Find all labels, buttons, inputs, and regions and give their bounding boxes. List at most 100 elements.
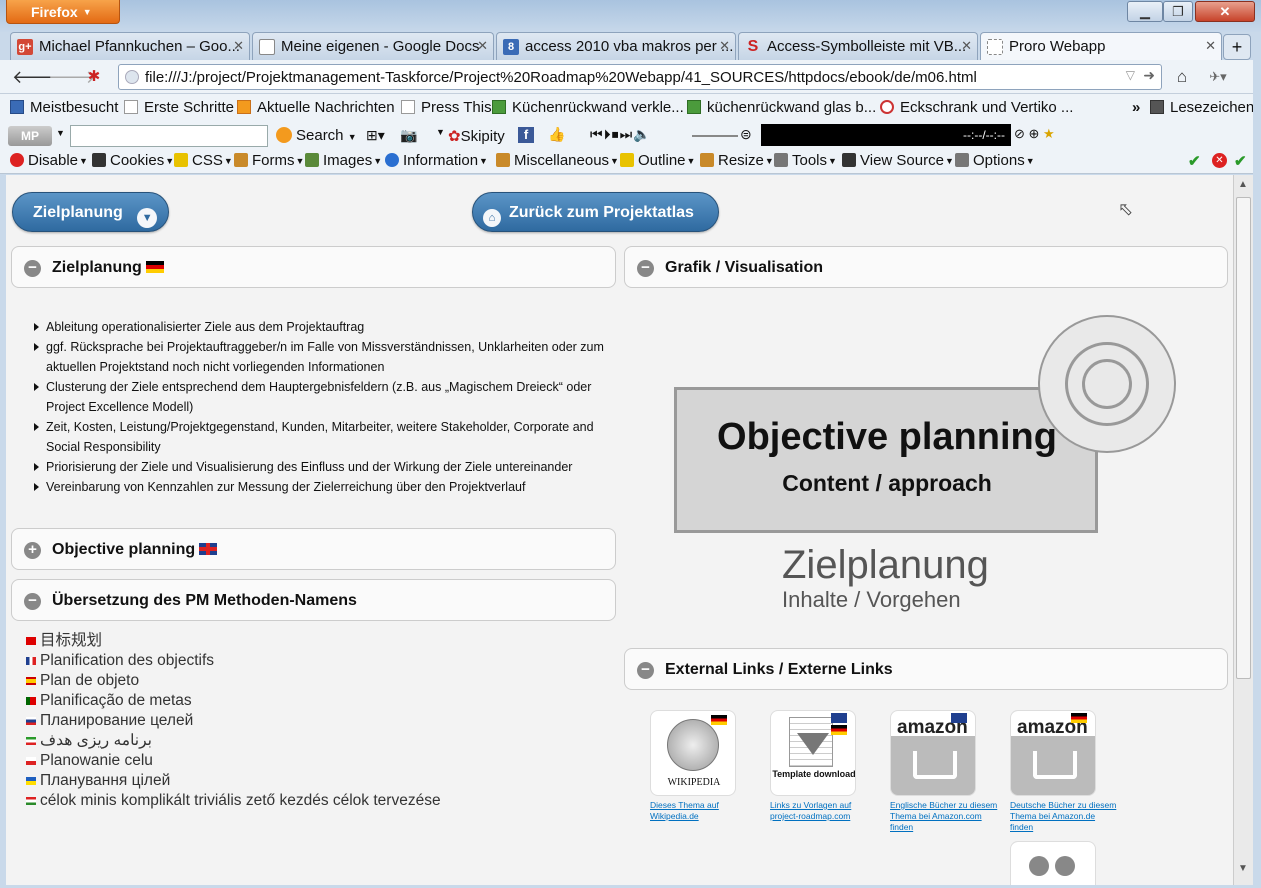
chevron-down-icon[interactable]: ▼ xyxy=(56,128,65,138)
history-dropdown-icon[interactable]: ▽ xyxy=(1126,68,1135,82)
google-search-icon: 8 xyxy=(503,39,519,55)
check-icon[interactable]: ✔ xyxy=(1234,152,1247,170)
bookmark-kuechenrueckwand-verkle[interactable]: Küchenrückwand verkle... xyxy=(492,99,684,116)
panel-external-links[interactable]: − External Links / Externe Links xyxy=(624,648,1228,690)
volume-slider[interactable] xyxy=(692,135,738,137)
chevron-down-icon[interactable]: ▼ xyxy=(436,127,445,137)
devbar-disable[interactable]: Disable▼ xyxy=(10,152,88,169)
minimize-button[interactable]: ▁ xyxy=(1127,1,1163,22)
check-icon[interactable]: ✔ xyxy=(1188,152,1201,170)
close-window-button[interactable]: ✕ xyxy=(1195,1,1255,22)
link-caption[interactable]: Links zu Vorlagen auf project-roadmap.co… xyxy=(770,800,880,822)
scroll-up-icon[interactable]: ▲ xyxy=(1238,179,1248,190)
error-icon[interactable]: ✕ xyxy=(1212,153,1227,168)
panel-zielplanung[interactable]: − Zielplanung xyxy=(11,246,616,288)
community-link-icon[interactable] xyxy=(1010,841,1096,885)
camera-icon[interactable]: 📷 xyxy=(400,127,417,144)
panel-title: External Links / Externe Links xyxy=(665,661,893,678)
devbar-view-source[interactable]: View Source▼ xyxy=(842,152,954,169)
devbar-label: Images xyxy=(323,152,373,169)
web-developer-toolbar: Disable▼ Cookies▼ CSS▼ Forms▼ Images▼ In… xyxy=(0,150,1261,174)
scroll-down-icon[interactable]: ▼ xyxy=(1238,863,1248,874)
skipity-button[interactable]: ✿Skipity xyxy=(448,127,505,145)
devbar-resize[interactable]: Resize▼ xyxy=(700,152,774,169)
bookmark-press-this[interactable]: Press This xyxy=(401,99,492,116)
panel-objective-planning[interactable]: + Objective planning xyxy=(11,528,616,570)
bookmark-eckschrank[interactable]: Eckschrank und Vertiko ... xyxy=(880,99,1073,116)
playlist-icon[interactable]: ⊜ xyxy=(740,126,752,143)
collapse-icon: − xyxy=(637,260,654,277)
back-arrow-icon[interactable]: 🡐 xyxy=(12,66,60,88)
devbar-css[interactable]: CSS▼ xyxy=(174,152,233,169)
panel-translation[interactable]: − Übersetzung des PM Methoden-Namens xyxy=(11,579,616,621)
translation-text: Планирование целей xyxy=(40,712,194,729)
forward-arrow-icon[interactable]: 🡒 xyxy=(48,66,96,88)
link-caption[interactable]: Dieses Thema auf Wikipedia.de xyxy=(650,800,760,822)
link-wikipedia[interactable]: WIKIPEDIA Dieses Thema auf Wikipedia.de xyxy=(650,710,760,822)
link-caption[interactable]: Englische Bücher zu diesem Thema bei Ama… xyxy=(890,800,1000,833)
url-bar[interactable]: file:///J:/project/Projektmanagement-Tas… xyxy=(118,64,1162,90)
media-controls[interactable]: ⏮⏵⏹⏭🔈 xyxy=(590,126,652,143)
toolbar-search-input[interactable] xyxy=(70,125,268,147)
portugal-flag-icon xyxy=(26,697,36,705)
resize-icon xyxy=(700,153,714,167)
list-item: 目标规划 xyxy=(26,631,441,651)
close-tab-icon[interactable]: ✕ xyxy=(233,38,244,54)
addon-menu-icon[interactable]: ✈▾ xyxy=(1206,66,1230,88)
panel-grafik[interactable]: − Grafik / Visualisation xyxy=(624,246,1228,288)
maximize-button[interactable]: ❐ xyxy=(1163,1,1193,22)
link-amazon-com[interactable]: amazon Englische Bücher zu diesem Thema … xyxy=(890,710,1000,833)
mp-logo-icon[interactable]: MP xyxy=(8,126,52,146)
bookmark-erste-schritte[interactable]: Erste Schritte xyxy=(124,99,234,116)
devbar-forms[interactable]: Forms▼ xyxy=(234,152,304,169)
devbar-options[interactable]: Options▼ xyxy=(955,152,1035,169)
devbar-label: Cookies xyxy=(110,152,165,169)
close-tab-icon[interactable]: ✕ xyxy=(719,38,730,54)
devbar-cookies[interactable]: Cookies▼ xyxy=(92,152,174,169)
like-icon[interactable]: 👍 xyxy=(548,126,565,143)
list-item: Vereinbarung von Kennzahlen zur Messung … xyxy=(34,477,610,497)
facebook-icon[interactable]: f xyxy=(518,127,534,143)
firefox-menu-button[interactable]: Firefox ▼ xyxy=(6,0,120,24)
tab-proro-webapp[interactable]: Proro Webapp ✕ xyxy=(980,32,1222,60)
ladybug-addon-icon[interactable]: ✱ xyxy=(82,66,106,88)
link-amazon-de[interactable]: amazon Deutsche Bücher zu diesem Thema b… xyxy=(1010,710,1120,833)
amazon-cart-icon: amazon xyxy=(1010,710,1096,796)
devbar-information[interactable]: Information▼ xyxy=(385,152,488,169)
bookmark-kuechenrueckwand-glas[interactable]: küchenrückwand glas b... xyxy=(687,99,876,116)
window-frame xyxy=(1253,32,1261,888)
new-tab-button[interactable]: + xyxy=(1223,34,1251,60)
bookmarks-overflow-button[interactable]: » xyxy=(1132,99,1140,116)
home-icon[interactable]: ⌂ xyxy=(1170,66,1194,88)
tab-access-symbolleiste[interactable]: S Access-Symbolleiste mit VB... ✕ xyxy=(738,32,978,60)
devbar-images[interactable]: Images▼ xyxy=(305,152,382,169)
close-tab-icon[interactable]: ✕ xyxy=(961,38,972,54)
chevron-down-icon: ▼ xyxy=(137,208,158,228)
tab-google-plus[interactable]: g+ Michael Pfannkuchen – Goo... ✕ xyxy=(10,32,250,60)
close-tab-icon[interactable]: ✕ xyxy=(1205,38,1216,54)
bookmark-meistbesucht[interactable]: Meistbesucht xyxy=(10,99,118,116)
link-caption[interactable]: Deutsche Bücher zu diesem Thema bei Amaz… xyxy=(1010,800,1120,833)
devbar-miscellaneous[interactable]: Miscellaneous▼ xyxy=(496,152,619,169)
link-template-download[interactable]: Template download Links zu Vorlagen auf … xyxy=(770,710,880,822)
devbar-tools[interactable]: Tools▼ xyxy=(774,152,837,169)
template-download-label: Template download xyxy=(772,769,856,779)
go-arrow-icon[interactable]: ➜ xyxy=(1143,67,1155,84)
search-button[interactable]: Search ▼ xyxy=(276,127,357,144)
page-scrollbar[interactable]: ▲ ▼ xyxy=(1233,175,1253,885)
bookmarks-menu-button[interactable]: Lesezeichen xyxy=(1150,99,1254,116)
bookmark-aktuelle-nachrichten[interactable]: Aktuelle Nachrichten xyxy=(237,99,395,116)
tab-google-docs[interactable]: Meine eigenen - Google Docs ✕ xyxy=(252,32,494,60)
close-tab-icon[interactable]: ✕ xyxy=(477,38,488,54)
zielplanung-menu-button[interactable]: Zielplanung ▼ xyxy=(12,192,169,232)
scrollbar-thumb[interactable] xyxy=(1236,197,1251,679)
screenshot-icon[interactable]: ⊞▾ xyxy=(366,127,385,144)
back-to-atlas-button[interactable]: ⌂ Zurück zum Projektatlas xyxy=(472,192,719,232)
objective-planning-graphic: Objective planning Content / approach Zi… xyxy=(672,315,1177,615)
devbar-outline[interactable]: Outline▼ xyxy=(620,152,695,169)
list-item: Планування цілей xyxy=(26,771,441,791)
addon-icons[interactable]: ⊘ ⊕ ★ xyxy=(1014,126,1055,142)
chevron-down-icon: ▼ xyxy=(347,132,357,142)
tab-access-vba[interactable]: 8 access 2010 vba makros per ... ✕ xyxy=(496,32,736,60)
navigation-bar: 🡐 🡒 ✱ file:///J:/project/Projektmanageme… xyxy=(0,60,1261,94)
